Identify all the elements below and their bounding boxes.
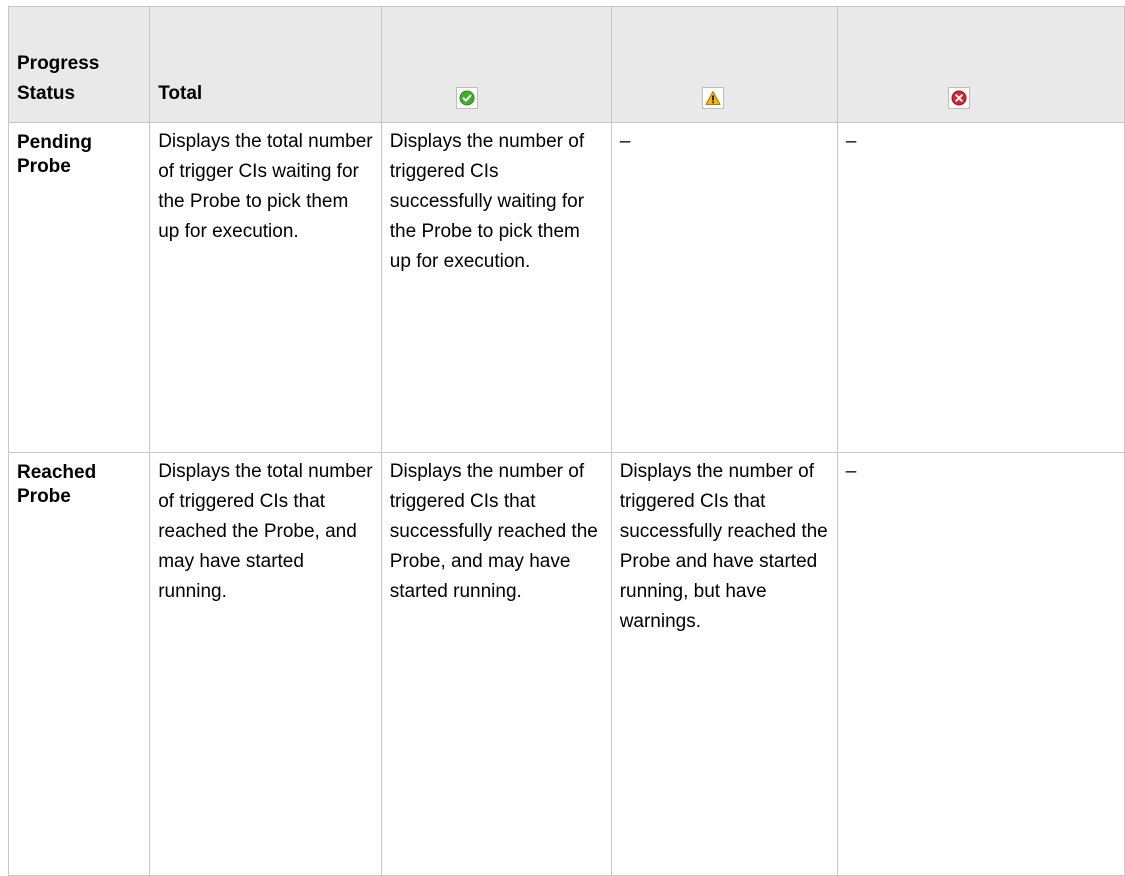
header-error — [836, 6, 1125, 123]
row-status: Pending Probe — [7, 122, 151, 453]
error-x-icon — [947, 87, 970, 109]
header-progress-status: Progress Status — [7, 6, 151, 123]
header-warning — [610, 6, 838, 123]
cell-total: Displays the total number of trigger CIs… — [149, 122, 382, 453]
progress-status-table: Progress Status Total Pending Probe Disp… — [7, 6, 1125, 876]
cell-error: – — [836, 452, 1125, 876]
cell-error: – — [836, 122, 1125, 453]
row-status: Reached Probe — [7, 452, 151, 876]
table-row: Reached Probe Displays the total number … — [7, 452, 1125, 876]
cell-success: Displays the number of triggered CIs suc… — [380, 122, 612, 453]
cell-total: Displays the total number of triggered C… — [149, 452, 382, 876]
cell-warning: – — [610, 122, 838, 453]
table-header-row: Progress Status Total — [7, 6, 1125, 123]
table-row: Pending Probe Displays the total number … — [7, 122, 1125, 453]
warning-triangle-icon — [701, 87, 724, 109]
success-check-icon — [455, 87, 478, 109]
cell-success: Displays the number of triggered CIs tha… — [380, 452, 612, 876]
cell-warning: Displays the number of triggered CIs tha… — [610, 452, 838, 876]
header-success — [380, 6, 612, 123]
header-total: Total — [149, 6, 382, 123]
